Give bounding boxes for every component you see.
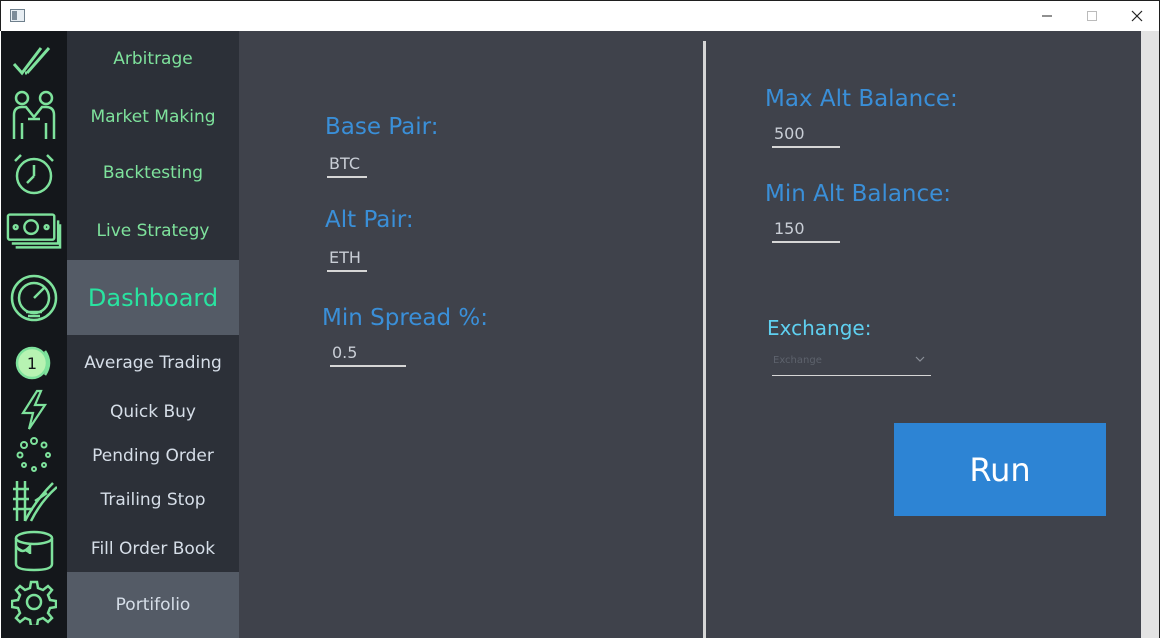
paint-bucket-icon[interactable] bbox=[6, 527, 62, 573]
nav-item-portfolio[interactable]: Portifolio bbox=[67, 572, 239, 638]
nav-item-market-making[interactable]: Market Making bbox=[67, 97, 239, 137]
nav-item-dashboard[interactable]: Dashboard bbox=[67, 260, 239, 335]
nav-item-average-trading[interactable]: Average Trading bbox=[67, 343, 239, 383]
clock-icon[interactable] bbox=[6, 149, 62, 199]
maximize-button[interactable] bbox=[1069, 1, 1115, 31]
coin-icon[interactable]: 1 bbox=[6, 343, 62, 383]
double-check-icon[interactable] bbox=[6, 41, 62, 81]
speedometer-icon[interactable] bbox=[6, 271, 62, 325]
max-alt-balance-label: Max Alt Balance: bbox=[765, 86, 958, 112]
min-spread-label: Min Spread %: bbox=[322, 305, 489, 331]
chevron-down-icon bbox=[915, 356, 925, 362]
max-alt-balance-field[interactable]: 500 bbox=[772, 124, 840, 148]
nav-item-backtesting[interactable]: Backtesting bbox=[67, 153, 239, 193]
gear-icon[interactable] bbox=[6, 579, 62, 625]
nav-menu: Arbitrage Market Making Backtesting Live… bbox=[67, 31, 239, 638]
alt-pair-field[interactable]: ETH bbox=[327, 248, 367, 272]
exchange-select[interactable]: Exchange bbox=[772, 352, 931, 376]
icon-rail: 1 bbox=[1, 31, 67, 638]
min-alt-balance-field[interactable]: 150 bbox=[772, 219, 840, 243]
minimize-icon bbox=[1042, 15, 1052, 17]
nav-item-live-strategy[interactable]: Live Strategy bbox=[67, 211, 239, 251]
exchange-placeholder: Exchange bbox=[773, 355, 822, 366]
nav-item-pending-order[interactable]: Pending Order bbox=[67, 436, 239, 476]
window-edge bbox=[1141, 31, 1160, 638]
column-divider bbox=[703, 41, 706, 638]
base-pair-label: Base Pair: bbox=[325, 114, 439, 140]
min-alt-balance-label: Min Alt Balance: bbox=[765, 181, 952, 207]
nav-item-fill-order-book[interactable]: Fill Order Book bbox=[67, 529, 239, 569]
maximize-icon bbox=[1087, 11, 1097, 21]
alt-pair-label: Alt Pair: bbox=[325, 207, 414, 233]
handshake-icon[interactable] bbox=[6, 87, 62, 143]
exchange-label: Exchange: bbox=[767, 316, 872, 340]
minimize-button[interactable] bbox=[1024, 1, 1070, 31]
nav-item-quick-buy[interactable]: Quick Buy bbox=[67, 392, 239, 432]
app-icon bbox=[10, 9, 25, 22]
money-icon[interactable] bbox=[6, 205, 62, 255]
ladder-icon[interactable] bbox=[6, 479, 62, 523]
svg-text:1: 1 bbox=[27, 354, 37, 373]
min-spread-field[interactable]: 0.5 bbox=[330, 343, 406, 367]
nav-item-arbitrage[interactable]: Arbitrage bbox=[67, 39, 239, 79]
lightning-icon[interactable] bbox=[6, 387, 62, 433]
close-button[interactable] bbox=[1114, 1, 1160, 31]
run-button[interactable]: Run bbox=[894, 423, 1106, 516]
spinner-dots-icon[interactable] bbox=[6, 435, 62, 475]
base-pair-field[interactable]: BTC bbox=[327, 154, 367, 178]
close-icon bbox=[1131, 10, 1143, 22]
nav-item-trailing-stop[interactable]: Trailing Stop bbox=[67, 480, 239, 520]
title-bar bbox=[0, 0, 1160, 31]
